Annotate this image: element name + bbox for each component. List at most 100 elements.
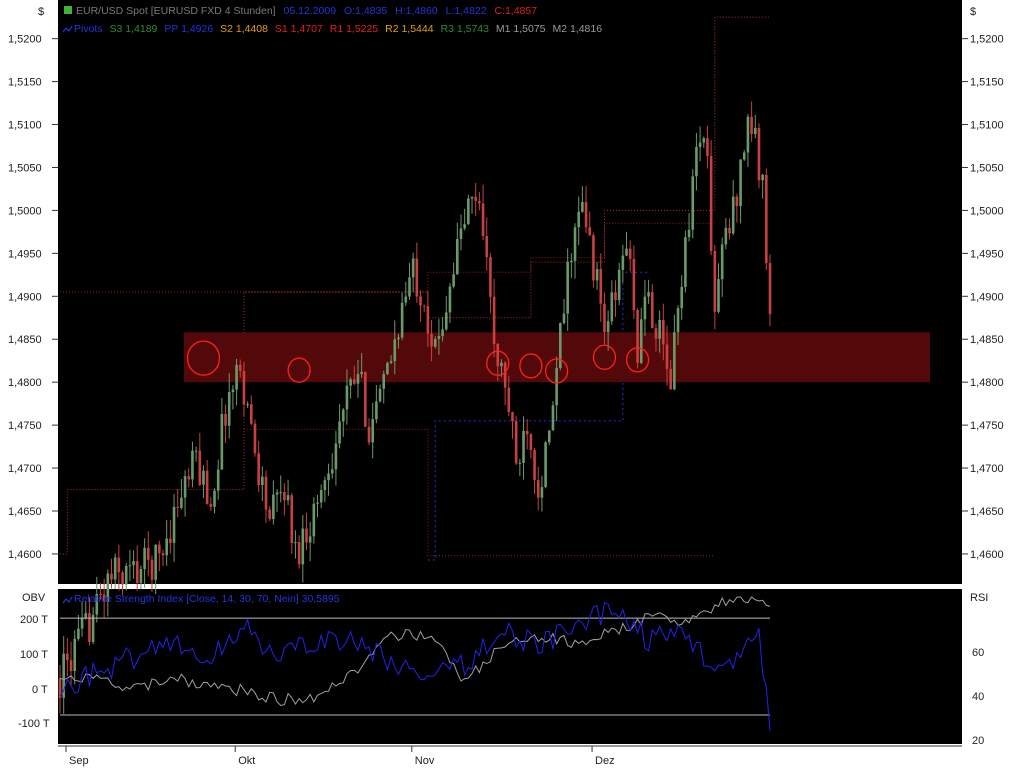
price-label-right-1-5150: 1,5150 (970, 77, 1004, 89)
candle-body-93 (400, 302, 404, 338)
candle-body-17 (121, 572, 124, 585)
candle-body-60 (279, 492, 283, 494)
candle-body-171 (687, 229, 691, 238)
candle-body-164 (662, 319, 665, 345)
price-label-left-1-5050: 1,5050 (8, 162, 42, 174)
candle-body-147 (599, 269, 603, 304)
candle-body-70 (316, 502, 319, 504)
candle-body-87 (378, 388, 382, 402)
obv-axis-label: OBV (22, 592, 46, 604)
candle-body-68 (308, 536, 312, 543)
price-symbol-right: $ (970, 6, 976, 18)
obv-tick-200: 200 T (20, 614, 48, 626)
candle-body-152 (617, 269, 621, 301)
pivot-m1: M1 1,5075 (496, 23, 546, 35)
price-label-right-1-5200: 1,5200 (970, 34, 1004, 46)
candle-body-89 (386, 362, 389, 375)
candle-body-182 (728, 227, 731, 234)
candle-body-113 (474, 196, 477, 201)
rsi-legend: Relative Strength Index [Close, 14, 30, … (74, 593, 340, 605)
candle-body-64 (294, 542, 297, 544)
candle-body-179 (717, 279, 720, 312)
pivot-s2: S2 1,4408 (220, 23, 268, 35)
candle-body-91 (393, 339, 397, 362)
candle-body-44 (220, 413, 224, 470)
candle-body-94 (404, 296, 408, 303)
price-label-left-1-4900: 1,4900 (8, 291, 42, 303)
candle-body-176 (706, 138, 709, 156)
price-symbol-left: $ (38, 6, 44, 18)
candle-body-21 (135, 561, 139, 583)
candle-body-42 (213, 490, 216, 507)
candle-body-158 (639, 319, 643, 363)
candle-body-122 (507, 387, 511, 413)
pivot-s3: S3 1,4189 (110, 23, 158, 35)
price-label-right-1-4950: 1,4950 (970, 248, 1004, 260)
candle-body-63 (290, 495, 294, 543)
candle-body-170 (684, 237, 687, 287)
pivot-pp: PP 1,4926 (164, 23, 213, 35)
candle-body-73 (327, 473, 330, 481)
candle-body-55 (261, 476, 264, 486)
time-label-nov: Nov (415, 755, 435, 767)
candle-body-30 (169, 538, 172, 543)
header-open: O:1,4835 (344, 5, 387, 17)
candle-body-156 (632, 258, 636, 311)
price-label-left-1-4650: 1,4650 (8, 506, 42, 518)
price-label-right-1-4600: 1,4600 (970, 549, 1004, 561)
candle-body-29 (165, 538, 168, 556)
price-label-right-1-4850: 1,4850 (970, 334, 1004, 346)
candle-body-159 (643, 296, 647, 320)
candle-body-144 (588, 227, 592, 236)
candle-body-27 (158, 544, 161, 554)
candle-body-139 (570, 260, 573, 262)
price-label-left-1-5200: 1,5200 (8, 34, 42, 46)
price-label-left-1-5150: 1,5150 (8, 77, 42, 89)
rsi-tick-20: 20 (972, 735, 984, 747)
candle-body-47 (231, 389, 235, 393)
candle-body-191 (761, 174, 764, 181)
candle-body-173 (695, 146, 698, 177)
candle-body-92 (397, 337, 400, 340)
candle-body-97 (415, 258, 419, 297)
price-label-right-1-4750: 1,4750 (970, 420, 1004, 432)
candle-body-126 (522, 430, 525, 463)
header-close: C:1,4857 (494, 5, 537, 17)
candle-body-174 (698, 142, 702, 147)
candle-body-4 (73, 638, 77, 672)
candle-body-166 (669, 368, 672, 390)
candle-body-135 (555, 368, 558, 406)
candle-body-115 (481, 203, 485, 237)
candle-body-120 (500, 362, 503, 367)
pivot-r2: R2 1,5444 (385, 23, 434, 35)
price-panel[interactable] (58, 0, 962, 584)
header-date: 05.12.2009 (284, 5, 337, 17)
instrument-label: EUR/USD Spot [EURUSD FXD 4 Stunden] (76, 5, 276, 17)
candle-body-3 (69, 660, 73, 672)
candle-body-61 (283, 492, 286, 501)
candle-body-140 (573, 227, 577, 261)
candle-body-49 (238, 364, 242, 372)
time-label-sep: Sep (69, 755, 89, 767)
candle-body-24 (146, 547, 150, 560)
candle-body-181 (724, 227, 728, 245)
candle-body-85 (371, 419, 374, 443)
candle-body-76 (338, 421, 341, 444)
candle-body-109 (459, 228, 463, 240)
candle-body-9 (91, 614, 95, 642)
candle-body-82 (360, 371, 363, 375)
candle-body-98 (419, 296, 422, 306)
price-label-left-1-5100: 1,5100 (8, 120, 42, 132)
candle-body-19 (128, 565, 132, 567)
candle-body-106 (448, 286, 452, 313)
candle-body-183 (731, 196, 735, 234)
candle-body-175 (702, 138, 706, 143)
candle-body-134 (551, 405, 555, 431)
price-label-right-1-5000: 1,5000 (970, 205, 1004, 217)
header-low: L:1,4822 (446, 5, 487, 17)
candle-body-43 (216, 469, 220, 491)
candle-body-16 (117, 557, 121, 573)
candle-body-108 (456, 239, 459, 275)
candle-body-186 (742, 152, 746, 160)
indicator-panel[interactable] (58, 589, 962, 744)
